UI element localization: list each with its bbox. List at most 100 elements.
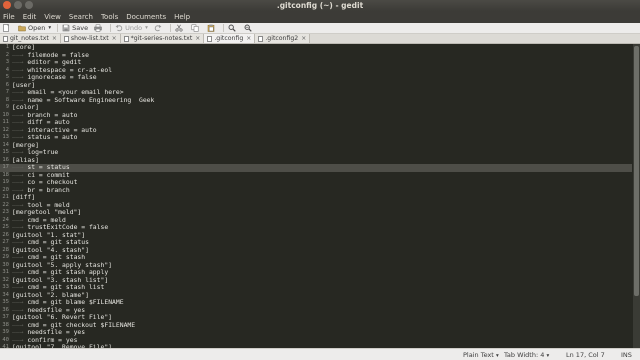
tab-marker: ——→ — [12, 133, 24, 141]
tab-marker: ——→ — [12, 283, 24, 291]
code-line[interactable]: 14 [merge] — [0, 141, 632, 150]
code-line[interactable]: 10 ——→ branch = auto — [0, 111, 632, 120]
code-line[interactable]: 21 [diff] — [0, 193, 632, 202]
tab-width-label: Tab Width: 4 — [504, 351, 545, 359]
tab-gitconfig[interactable]: .gitconfig × — [204, 34, 256, 43]
code-line[interactable]: 35 ——→ cmd = git blame $FILENAME — [0, 298, 632, 307]
copy-button[interactable] — [191, 24, 201, 32]
vertical-scrollbar[interactable] — [633, 44, 640, 348]
menu-tools[interactable]: Tools — [100, 13, 119, 21]
line-number: 40 — [2, 336, 9, 343]
code-line[interactable]: 22 ——→ tool = meld — [0, 201, 632, 210]
editor-lines[interactable]: 1 [core] 2 ——→ filemode = false 3 ——→ editor … — [0, 44, 632, 348]
scrollbar-thumb[interactable] — [634, 46, 639, 296]
code-line[interactable]: 1 [core] — [0, 44, 632, 52]
close-icon[interactable]: × — [301, 34, 306, 43]
tab-gitconfig2[interactable]: .gitconfig2 × — [255, 34, 311, 43]
document-tabs: git_notes.txt × show-list.txt × *git-ser… — [0, 34, 640, 44]
close-icon[interactable]: × — [246, 34, 251, 43]
tab-label: show-list.txt — [70, 35, 109, 42]
line-number: 20 — [2, 186, 9, 193]
tab-marker: ——→ — [12, 238, 24, 246]
code-line[interactable]: 18 ——→ ci = commit — [0, 171, 632, 180]
code-line[interactable]: 15 ——→ log=true — [0, 148, 632, 157]
menu-documents[interactable]: Documents — [125, 13, 167, 21]
paste-button[interactable] — [207, 24, 217, 32]
tab-width-selector[interactable]: Tab Width: 4 ▾ — [504, 351, 549, 359]
undo-button[interactable]: Undo ▾ — [115, 24, 148, 32]
code-line[interactable]: 9 [color] — [0, 103, 632, 112]
cursor-position: Ln 17, Col 7 — [566, 351, 605, 359]
save-button[interactable]: Save — [62, 24, 88, 32]
open-button[interactable]: Open ▾ — [18, 24, 51, 32]
code-line[interactable]: 2 ——→ filemode = false — [0, 51, 632, 60]
document-icon — [63, 35, 69, 42]
toolbar-separator — [222, 24, 224, 32]
code-line[interactable]: 5 ——→ ignorecase = false — [0, 73, 632, 82]
code-line[interactable]: 27 ——→ cmd = git status — [0, 238, 632, 247]
line-number: 33 — [2, 284, 9, 290]
line-number: 5 — [5, 74, 9, 80]
code-line[interactable]: 39 ——→ needsfile = yes — [0, 328, 632, 337]
line-number: 3 — [5, 59, 9, 65]
code-line[interactable]: 20 ——→ br = branch — [0, 186, 632, 195]
code-line[interactable]: 25 ——→ trustExitCode = false — [0, 223, 632, 232]
window-title: .gitconfig (~) - gedit — [276, 1, 364, 10]
line-number: 1 — [5, 44, 9, 50]
code-line[interactable]: 17 ——→ st = status — [0, 163, 632, 172]
close-icon[interactable]: × — [112, 34, 117, 43]
menu-help[interactable]: Help — [173, 13, 191, 21]
code-line[interactable]: 28 [guitool "4. stash"] — [0, 246, 632, 255]
code-line[interactable]: 33 ——→ cmd = git stash list — [0, 283, 632, 292]
chevron-down-icon: ▾ — [546, 353, 550, 359]
code-line[interactable]: 13 ——→ status = auto — [0, 133, 632, 142]
line-number: 30 — [2, 261, 9, 268]
line-number: 19 — [2, 179, 9, 185]
code-line[interactable]: 8 ——→ name = Software Engineering Geek — [0, 96, 632, 105]
line-number: 17 — [2, 164, 9, 170]
redo-icon — [154, 24, 162, 32]
status-bar: Plain Text ▾ Tab Width: 4 ▾ Ln 17, Col 7… — [0, 348, 640, 360]
redo-button[interactable] — [154, 24, 164, 32]
line-number: 34 — [2, 291, 9, 298]
code-line[interactable]: 19 ——→ co = checkout — [0, 178, 632, 187]
code-line[interactable]: 23 [mergetool "meld"] — [0, 208, 632, 217]
close-icon[interactable]: × — [195, 34, 200, 43]
chevron-down-icon[interactable]: ▾ — [48, 25, 51, 31]
line-number: 39 — [2, 329, 9, 335]
code-line[interactable]: 38 ——→ cmd = git checkout $FILENAME — [0, 321, 632, 330]
save-icon — [62, 24, 70, 32]
code-line[interactable]: 26 [guitool "1. stat"] — [0, 231, 632, 240]
line-number: 32 — [2, 276, 9, 283]
title-bar: .gitconfig (~) - gedit — [0, 0, 640, 11]
menu-edit[interactable]: Edit — [22, 13, 38, 21]
line-number: 18 — [2, 171, 9, 178]
line-number: 11 — [2, 119, 9, 125]
find-button[interactable] — [228, 24, 238, 32]
cut-button[interactable] — [175, 24, 185, 32]
document-icon — [258, 35, 264, 42]
text-editor[interactable]: 1 [core] 2 ——→ filemode = false 3 ——→ editor … — [0, 44, 640, 348]
toolbar-separator — [57, 24, 59, 32]
close-icon[interactable]: × — [52, 34, 57, 43]
tab-git-series-notes[interactable]: *git-series-notes.txt × — [120, 34, 205, 43]
language-selector[interactable]: Plain Text ▾ — [463, 351, 499, 359]
line-number: 38 — [2, 321, 9, 328]
line-number: 10 — [2, 111, 9, 118]
menu-file[interactable]: File — [2, 13, 16, 21]
line-number: 9 — [5, 104, 9, 110]
find-replace-button[interactable] — [244, 24, 254, 32]
code-line[interactable]: 16 [alias] — [0, 156, 632, 165]
new-document-button[interactable] — [2, 24, 12, 32]
chevron-down-icon[interactable]: ▾ — [145, 25, 148, 31]
line-number: 16 — [2, 156, 9, 163]
folder-icon — [18, 25, 26, 32]
tab-git-notes[interactable]: git_notes.txt × — [0, 34, 61, 43]
tab-marker: ——→ — [12, 253, 24, 261]
menu-view[interactable]: View — [43, 13, 62, 21]
line-number: 14 — [2, 141, 9, 148]
menu-search[interactable]: Search — [68, 13, 94, 21]
code-line[interactable]: 12 ——→ interactive = auto — [0, 126, 632, 135]
print-button[interactable] — [94, 24, 104, 32]
tab-show-list[interactable]: show-list.txt × — [60, 34, 121, 43]
